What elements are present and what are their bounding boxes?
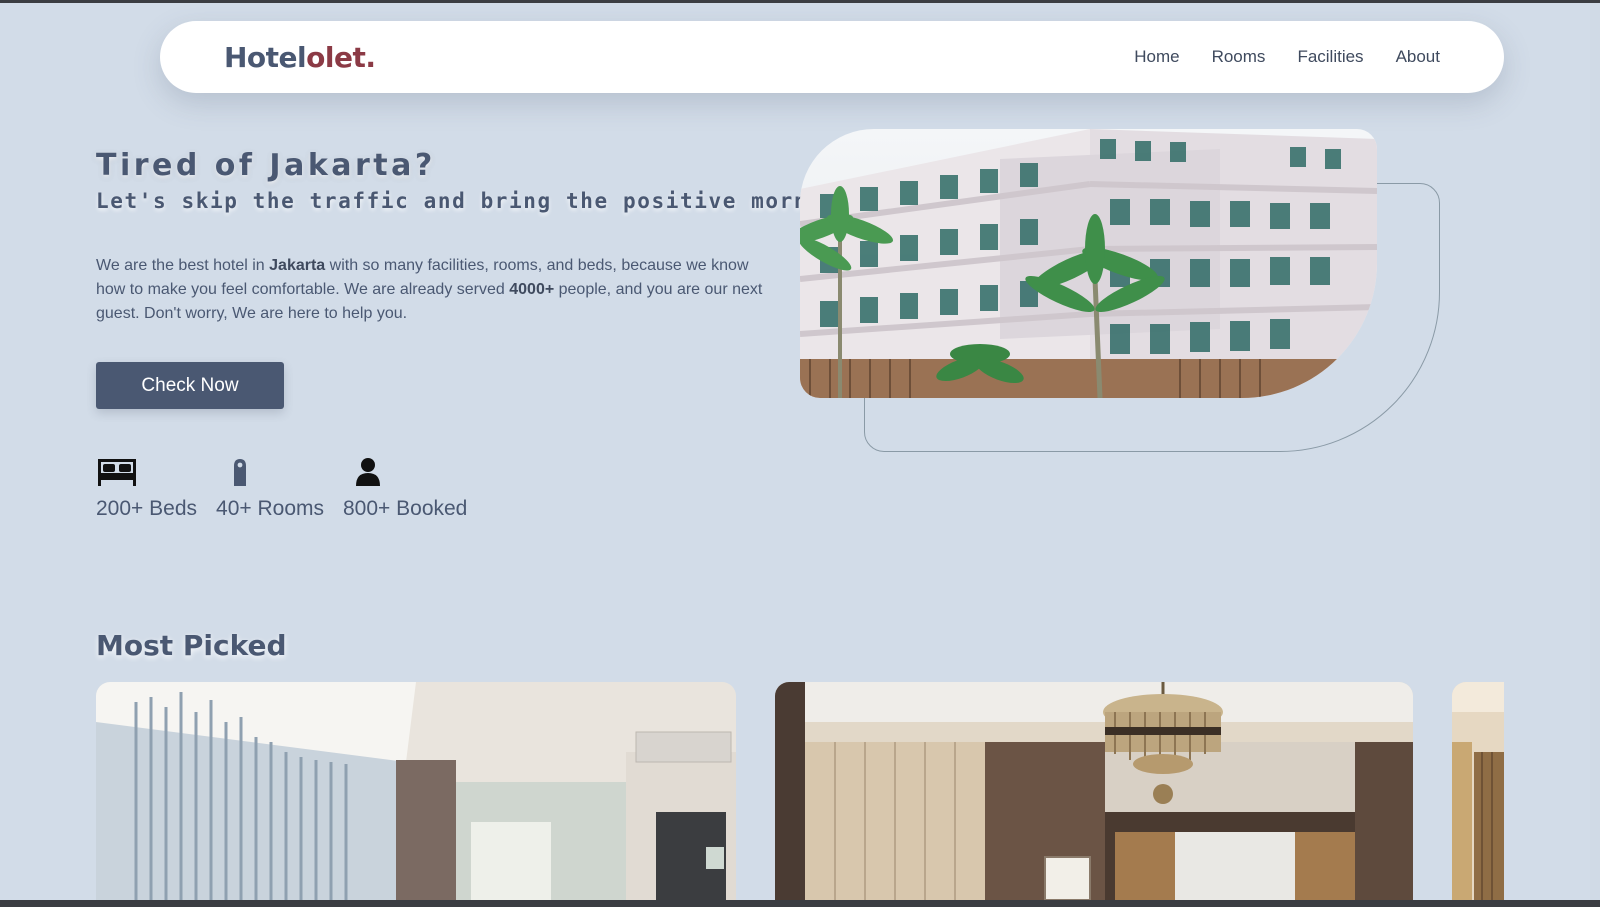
stat-booked: 800+ Booked — [343, 455, 467, 521]
hero-hotel-photo — [800, 129, 1377, 398]
most-picked-title: Most Picked — [96, 629, 287, 662]
most-picked-card[interactable] — [96, 682, 736, 900]
nav-link-about[interactable]: About — [1396, 47, 1440, 67]
hero-desc-bold-count: 4000+ — [509, 281, 555, 298]
most-picked-card[interactable] — [775, 682, 1413, 900]
nav-link-rooms[interactable]: Rooms — [1212, 47, 1266, 67]
hero-desc-bold-city: Jakarta — [269, 257, 326, 274]
hero-description: We are the best hotel in Jakarta with so… — [96, 254, 768, 326]
stat-rooms: 40+ Rooms — [216, 455, 324, 521]
hero-subtitle: Let's skip the traffic and bring the pos… — [96, 189, 851, 213]
room-photo-3 — [1452, 682, 1504, 900]
brand-logo-part2: olet. — [306, 40, 376, 74]
nav-link-facilities[interactable]: Facilities — [1297, 47, 1363, 67]
stat-rooms-label: 40+ Rooms — [216, 497, 324, 520]
check-now-button[interactable]: Check Now — [96, 362, 284, 409]
nav-links: Home Rooms Facilities About — [1134, 47, 1440, 67]
brand-logo[interactable]: Hotelolet. — [224, 41, 376, 74]
navbar: Hotelolet. Home Rooms Facilities About — [160, 21, 1504, 93]
stat-booked-label: 800+ Booked — [343, 497, 468, 520]
hero-stats: 200+ Beds 40+ Rooms 800+ Booked — [96, 455, 467, 521]
bed-icon — [96, 455, 138, 487]
user-icon — [343, 455, 381, 487]
door-hanger-icon — [216, 455, 248, 487]
room-photo-1 — [96, 682, 736, 900]
nav-link-home[interactable]: Home — [1134, 47, 1179, 67]
stat-beds-label: 200+ Beds — [96, 497, 198, 520]
brand-logo-part1: Hotel — [224, 40, 307, 74]
scrollbar-track[interactable] — [1590, 3, 1600, 900]
window-top-edge — [0, 0, 1600, 3]
most-picked-card[interactable] — [1452, 682, 1504, 900]
room-photo-2 — [775, 682, 1413, 900]
stat-beds: 200+ Beds — [96, 455, 197, 521]
window-bottom-edge — [0, 900, 1600, 907]
hero-title: Tired of Jakarta? — [96, 148, 436, 183]
hero-desc-part1: We are the best hotel in — [96, 257, 270, 274]
